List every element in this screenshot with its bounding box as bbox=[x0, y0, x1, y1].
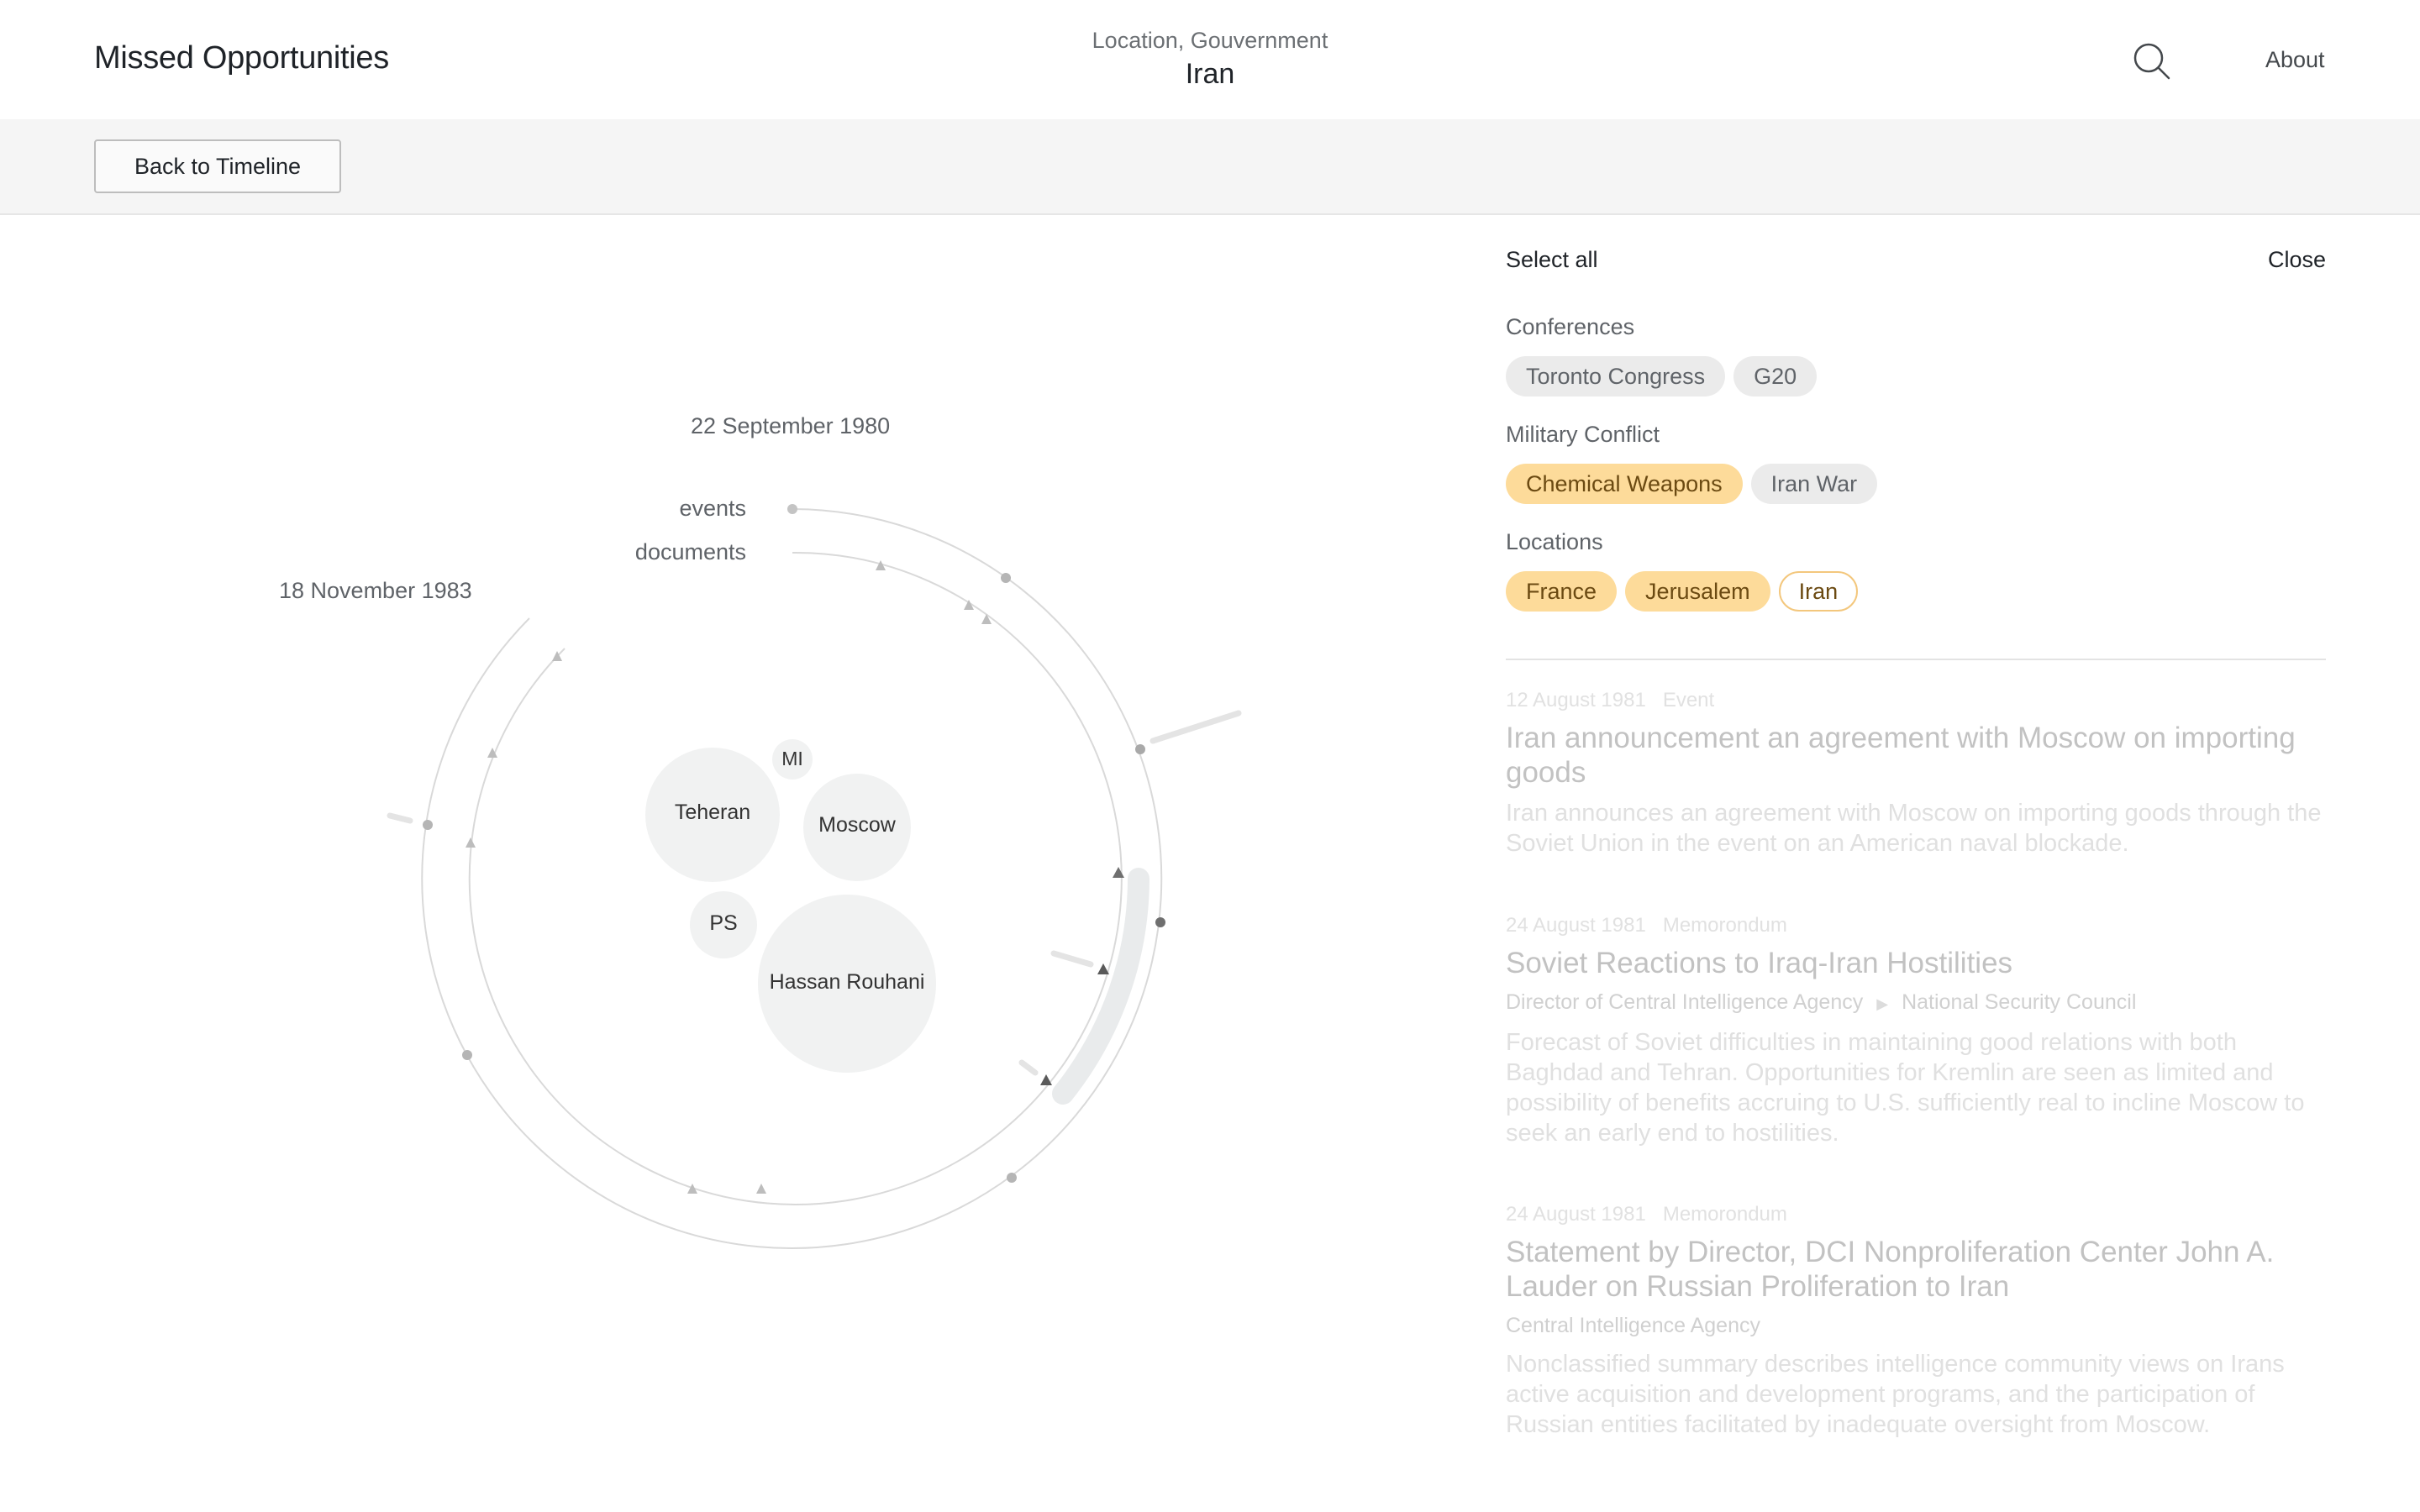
result-date: 24 August 1981 bbox=[1506, 1203, 1646, 1226]
result-type: Memorondum bbox=[1662, 1203, 1787, 1226]
result-item[interactable]: 24 August 1981 Memorondum Soviet Reaction… bbox=[1506, 912, 2326, 1148]
documents-ring bbox=[468, 551, 1123, 1205]
event-marker bbox=[1135, 744, 1145, 754]
document-marker bbox=[1097, 963, 1109, 974]
event-spike bbox=[1050, 950, 1094, 968]
toolbar: Back to Timeline bbox=[0, 119, 2420, 215]
result-from: Central Intelligence Agency bbox=[1506, 1314, 1760, 1337]
entity-label-mi[interactable]: MI bbox=[772, 748, 813, 770]
filter-chips-locations: France Jerusalem Iran bbox=[1506, 571, 1859, 612]
result-meta: 24 August 1981 Memorondum bbox=[1506, 1201, 2326, 1228]
filter-chip-jerusalem[interactable]: Jerusalem bbox=[1625, 571, 1770, 612]
radial-timeline-chart bbox=[387, 504, 1242, 1249]
search-icon[interactable] bbox=[2133, 42, 2171, 81]
event-marker bbox=[1155, 917, 1165, 927]
result-title: Statement by Director, DCI Nonproliferat… bbox=[1506, 1236, 2275, 1303]
result-body: Iran announces an agreement with Moscow … bbox=[1506, 800, 2322, 857]
filter-chip-france[interactable]: France bbox=[1506, 571, 1618, 612]
document-marker bbox=[981, 614, 992, 624]
top-header: Missed Opportunities Location, Gouvernme… bbox=[0, 0, 2420, 119]
context-kicker: Location, Gouvernment bbox=[1092, 28, 1328, 53]
result-item[interactable]: 24 August 1981 Memorondum Statement by Di… bbox=[1506, 1201, 2326, 1440]
document-marker bbox=[1040, 1074, 1052, 1085]
result-source: Director of Central Intelligence Agency ▶… bbox=[1506, 989, 2326, 1017]
event-marker bbox=[462, 1050, 472, 1060]
filter-chip-chemical-weapons[interactable]: Chemical Weapons bbox=[1506, 464, 1743, 504]
result-type: Memorondum bbox=[1662, 914, 1787, 937]
result-date: 24 August 1981 bbox=[1506, 914, 1646, 937]
events-ring bbox=[421, 508, 1163, 1249]
filter-chip-iran-war[interactable]: Iran War bbox=[1750, 464, 1878, 504]
result-title: Iran announcement an agreement with Mosc… bbox=[1506, 722, 2296, 789]
event-spike bbox=[1018, 1059, 1039, 1076]
back-to-timeline-button[interactable]: Back to Timeline bbox=[94, 139, 341, 193]
filter-chip-toronto-congress[interactable]: Toronto Congress bbox=[1506, 356, 1726, 396]
arrow-right-icon: ▶ bbox=[1876, 995, 1889, 1012]
close-panel-button[interactable]: Close bbox=[2268, 247, 2326, 273]
filter-group-title-military-conflict: Military Conflict bbox=[1506, 422, 1660, 447]
document-marker bbox=[1113, 867, 1124, 878]
event-spike bbox=[387, 812, 413, 824]
result-meta: 24 August 1981 Memorondum bbox=[1506, 912, 2326, 939]
about-link[interactable]: About bbox=[2265, 47, 2325, 73]
result-from: Director of Central Intelligence Agency bbox=[1506, 990, 1864, 1014]
result-source: Central Intelligence Agency bbox=[1506, 1312, 2326, 1339]
result-date: 12 August 1981 bbox=[1506, 689, 1646, 711]
document-marker bbox=[466, 837, 476, 848]
range-start-date: 22 September 1980 bbox=[691, 413, 891, 438]
event-spike bbox=[1150, 710, 1242, 744]
result-meta: 12 August 1981 Event bbox=[1506, 687, 2326, 714]
result-title: Soviet Reactions to Iraq-Iran Hostilitie… bbox=[1506, 947, 2013, 979]
range-end-date: 18 November 1983 bbox=[279, 578, 472, 603]
events-ring-label: events bbox=[679, 496, 746, 521]
result-item[interactable]: 12 August 1981 Event Iran announcement an… bbox=[1506, 687, 2326, 858]
documents-ring-label: documents bbox=[634, 539, 746, 564]
filter-chips-conferences: Toronto Congress G20 bbox=[1506, 356, 1818, 396]
filter-panel: Select all Close Conferences Toronto Con… bbox=[1506, 215, 2326, 1512]
entity-label-hassan-rouhani[interactable]: Hassan Rouhani bbox=[758, 970, 936, 995]
document-marker bbox=[756, 1184, 766, 1194]
result-body: Forecast of Soviet difficulties in maint… bbox=[1506, 1029, 2305, 1147]
context-title: Iran bbox=[1185, 58, 1235, 90]
result-body: Nonclassified summary describes intellig… bbox=[1506, 1351, 2285, 1438]
selected-range-band bbox=[1052, 868, 1150, 1105]
filter-chips-military-conflict: Chemical Weapons Iran War bbox=[1506, 464, 1878, 504]
radial-timeline: 22 September 1980 18 November 1983 event… bbox=[0, 215, 1428, 1512]
app-title[interactable]: Missed Opportunities bbox=[94, 40, 389, 76]
event-marker bbox=[1001, 573, 1011, 583]
filter-chip-iran[interactable]: Iran bbox=[1778, 571, 1859, 612]
result-to: National Security Council bbox=[1902, 990, 2137, 1014]
event-marker bbox=[1007, 1173, 1017, 1183]
entity-label-moscow[interactable]: Moscow bbox=[803, 813, 911, 837]
entity-label-teheran[interactable]: Teheran bbox=[645, 801, 780, 825]
filter-chip-g20[interactable]: G20 bbox=[1733, 356, 1818, 396]
panel-divider bbox=[1506, 659, 2326, 660]
entity-label-ps[interactable]: PS bbox=[690, 911, 757, 936]
result-type: Event bbox=[1662, 689, 1715, 711]
filter-group-title-locations: Locations bbox=[1506, 529, 1603, 554]
event-marker bbox=[423, 820, 433, 830]
event-marker bbox=[787, 504, 797, 514]
context-heading: Location, Gouvernment Iran bbox=[1042, 25, 1378, 92]
select-all-button[interactable]: Select all bbox=[1506, 247, 1598, 273]
filter-group-title-conferences: Conferences bbox=[1506, 314, 1635, 339]
